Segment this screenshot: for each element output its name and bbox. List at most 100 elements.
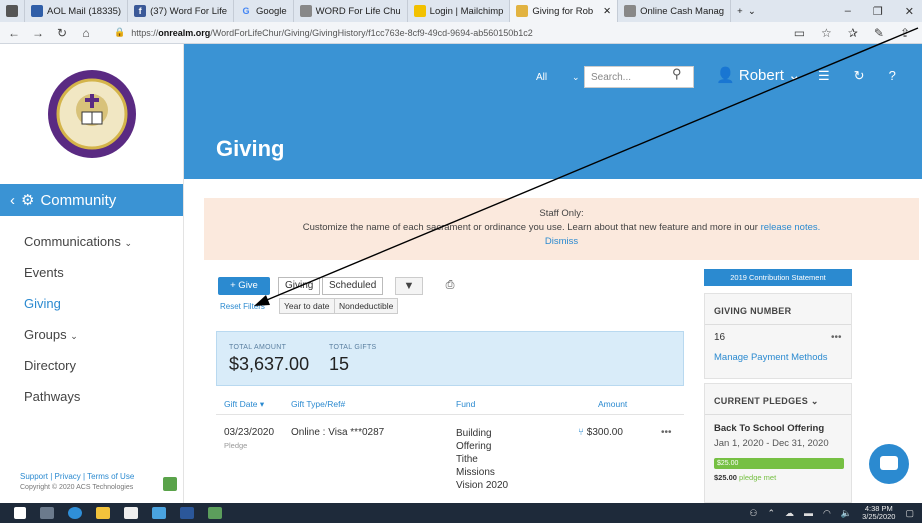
close-tab-icon[interactable]: ✕ [603, 6, 611, 17]
contribution-statement-button[interactable]: 2019 Contribution Statement [704, 269, 852, 286]
search-icon[interactable]: ⚲ [672, 66, 682, 82]
browser-toolbar-icons: ▭ ☆ ✰ ✎ ⇪ [794, 26, 922, 40]
support-badge-icon[interactable] [163, 477, 177, 491]
close-window-icon[interactable]: ✕ [905, 5, 914, 18]
dismiss-link[interactable]: Dismiss [204, 235, 919, 249]
home-icon[interactable]: ⌂ [76, 26, 96, 40]
column-header-amount[interactable]: Amount [598, 399, 627, 409]
sidebar-item-directory[interactable]: Directory [0, 350, 183, 381]
refresh-icon[interactable]: ↻ [52, 26, 72, 40]
battery-icon[interactable]: ▬ [804, 508, 813, 518]
column-header-gift-type[interactable]: Gift Type/Ref# [291, 399, 345, 409]
filter-chip-year-to-date[interactable]: Year to date [279, 298, 335, 314]
favorites-icon[interactable]: ✰ [848, 26, 858, 40]
task-view-icon[interactable] [40, 507, 54, 519]
sidebar-item-giving[interactable]: Giving [0, 288, 183, 319]
pledge-name[interactable]: Back To School Offering [714, 423, 824, 434]
pen-icon[interactable]: ✎ [874, 26, 884, 40]
tab-mailchimp[interactable]: Login | Mailchimp [408, 0, 511, 22]
footer-links[interactable]: Support | Privacy | Terms of Use [20, 472, 134, 481]
total-gifts-value: 15 [329, 354, 350, 374]
filter-icon: ▼ [403, 280, 415, 292]
tab-giving[interactable]: Giving for Rob ✕ [510, 0, 619, 22]
realm-icon [516, 5, 529, 17]
gift-note: Pledge [224, 441, 248, 450]
edge-icon[interactable] [68, 507, 82, 519]
reading-view-icon[interactable]: ▭ [794, 26, 805, 40]
column-header-gift-date[interactable]: Gift Date ▾ [224, 399, 264, 410]
list-icon[interactable]: ☰ [818, 68, 830, 84]
people-icon[interactable]: ⚇ [749, 508, 757, 519]
mail-icon[interactable] [152, 507, 166, 519]
tab-facebook[interactable]: f (37) Word For Life [128, 0, 235, 22]
chevron-up-icon[interactable]: ⌃ [767, 508, 775, 519]
total-amount-value: $3,637.00 [229, 354, 310, 374]
giving-number-label: GIVING NUMBER [714, 306, 792, 316]
tab-label: Google [256, 5, 287, 17]
print-button[interactable]: ⎙ [436, 277, 464, 295]
tab-giving-view[interactable]: Giving [278, 277, 321, 295]
help-icon[interactable]: ? [889, 68, 896, 84]
filter-button[interactable]: ▼ [395, 277, 423, 295]
sidebar-item-pathways[interactable]: Pathways [0, 381, 183, 412]
volume-icon[interactable]: 🔈 [841, 508, 852, 519]
new-tab-button[interactable]: + ⌄ [731, 0, 762, 22]
refresh-icon[interactable]: ↻ [854, 68, 865, 84]
notice-title: Staff Only: [539, 208, 584, 219]
give-button[interactable]: + Give [218, 277, 270, 295]
row-more-icon[interactable]: ••• [661, 427, 672, 438]
notice-text: Customize the name of each sacrament or … [302, 222, 821, 233]
giving-number-more-icon[interactable]: ••• [831, 332, 842, 343]
sidebar-item-events[interactable]: Events [0, 257, 183, 288]
tab-online-cash[interactable]: Online Cash Manag [618, 0, 732, 22]
community-section[interactable]: ‹ ⚙ Community [0, 184, 183, 216]
share-icon[interactable]: ⇪ [900, 26, 910, 40]
store-icon[interactable] [124, 507, 138, 519]
column-header-fund[interactable]: Fund [456, 399, 475, 409]
tab-google[interactable]: G Google [234, 0, 294, 22]
tab-scheduled[interactable]: Scheduled [322, 277, 384, 295]
aol-icon [31, 5, 43, 17]
manage-payment-methods-link[interactable]: Manage Payment Methods [714, 352, 828, 363]
photos-icon[interactable] [208, 507, 222, 519]
taskbar: ⚇ ⌃ ☁ ▬ ◠ 🔈 4:38 PM 3/25/2020 ▢ [0, 503, 922, 523]
browser-tab-strip: AOL Mail (18335) f (37) Word For Life G Go… [0, 0, 922, 22]
maximize-icon[interactable]: ❐ [873, 5, 883, 18]
tab-label: Giving for Rob [532, 5, 594, 17]
reset-filters-link[interactable]: Reset Filters [220, 302, 265, 311]
url-field[interactable]: 🔒 https://onrealm.org/WordForLifeChur/Gi… [114, 27, 533, 38]
chevron-down-icon: ⌄ [810, 396, 819, 406]
wifi-icon[interactable]: ◠ [823, 508, 831, 519]
current-pledges-label[interactable]: CURRENT PLEDGES ⌄ [714, 396, 819, 407]
word-icon[interactable] [180, 507, 194, 519]
sidebar-item-groups[interactable]: Groups ⌄ [0, 319, 183, 350]
release-notes-link[interactable]: release notes. [761, 222, 821, 233]
minimize-icon[interactable]: – [845, 5, 851, 18]
forward-icon[interactable]: → [28, 26, 48, 40]
chevron-left-icon: ‹ [10, 191, 15, 209]
tab-word-for-life[interactable]: WORD For Life Chu [294, 0, 408, 22]
sidebar-item-communications[interactable]: Communications ⌄ [0, 226, 183, 257]
filter-chip-nondeductible[interactable]: Nondeductible [334, 298, 399, 314]
print-icon: ⎙ [445, 279, 455, 291]
clock[interactable]: 4:38 PM 3/25/2020 [862, 505, 895, 521]
sidebar: ‹ ⚙ Community Communications ⌄ Events Gi… [0, 44, 184, 503]
cloud-icon[interactable]: ☁ [785, 508, 794, 519]
file-explorer-icon[interactable] [96, 507, 110, 519]
notifications-icon[interactable]: ▢ [905, 508, 914, 519]
user-menu[interactable]: 👤 Robert ⌄ [716, 66, 801, 84]
lock-icon: 🔒 [114, 27, 126, 37]
search-scope[interactable]: All [536, 72, 547, 83]
tab-aol-mail[interactable]: AOL Mail (18335) [25, 0, 129, 22]
tab-label: Login | Mailchimp [429, 5, 504, 17]
tab-label: WORD For Life Chu [315, 5, 401, 17]
chat-icon[interactable] [869, 444, 909, 484]
page-icon [299, 5, 312, 17]
chevron-down-icon[interactable]: ⌄ [572, 72, 580, 83]
total-amount-label: TOTAL AMOUNT [229, 344, 287, 351]
favorite-star-icon[interactable]: ☆ [821, 26, 832, 40]
back-icon[interactable]: ← [4, 26, 24, 40]
browser-menu[interactable] [0, 0, 25, 22]
pledge-status: $25.00 pledge met [714, 473, 777, 482]
windows-start-icon[interactable] [14, 507, 26, 519]
